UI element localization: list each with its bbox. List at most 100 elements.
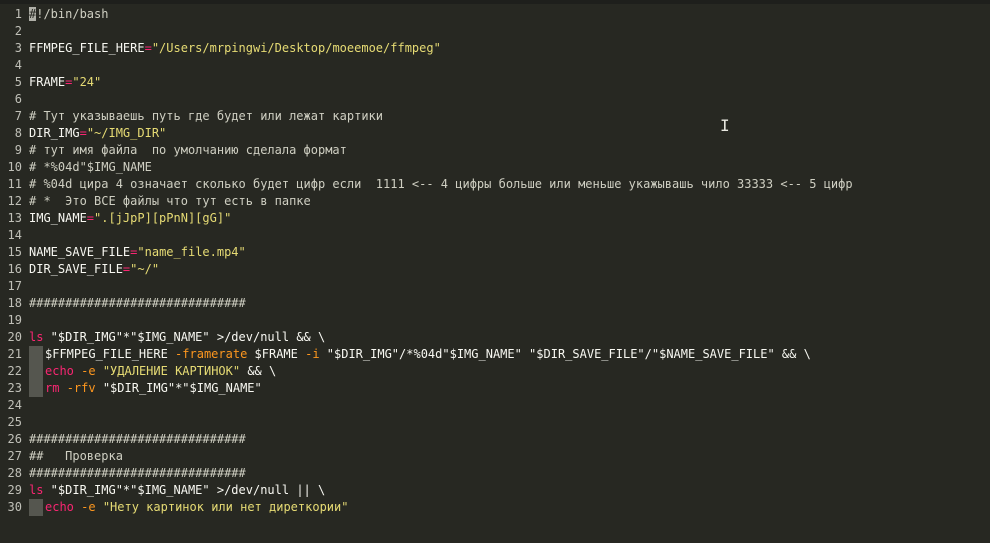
line-code[interactable]: $FFMPEG_FILE_HERE -framerate $FRAME -i "… [29, 346, 811, 363]
code-line[interactable]: 30 echo -e "Нету картинок или нет диретко… [0, 499, 990, 516]
indent-guide [29, 363, 43, 380]
code-line[interactable]: 22 echo -e "УДАЛЕНИЕ КАРТИНОК" && \ [0, 363, 990, 380]
code-line[interactable]: 12 # * Это ВСЕ файлы что тут есть в папке [0, 193, 990, 210]
line-number: 9 [14, 143, 22, 157]
line-code[interactable]: ############################## [29, 465, 246, 482]
code-line[interactable]: 3 FFMPEG_FILE_HERE="/Users/mrpingwi/Deskt… [0, 40, 990, 57]
code-token-cmd: ls [29, 483, 44, 497]
code-token-cmt: ## Проверка [29, 449, 123, 463]
line-code[interactable]: NAME_SAVE_FILE="name_file.mp4" [29, 244, 246, 261]
line-number: 28 [7, 466, 22, 480]
indent-guide [29, 380, 43, 397]
code-token-text: "$DIR_IMG"*"$IMG_NAME" >/dev/null || \ [43, 483, 326, 497]
code-line[interactable]: 9 # тут имя файла по умолчанию сделала фо… [0, 142, 990, 159]
code-line[interactable]: 25 [0, 414, 990, 431]
line-code[interactable]: ls "$DIR_IMG"*"$IMG_NAME" >/dev/null && … [29, 329, 325, 346]
line-code[interactable]: DIR_IMG="~/IMG_DIR" [29, 125, 166, 142]
code-line[interactable]: 10 # *%04d"$IMG_NAME [0, 159, 990, 176]
code-token-var: DIR_SAVE_FILE [29, 262, 123, 276]
code-token-text: "$DIR_IMG"*"$IMG_NAME" [95, 381, 262, 395]
line-code[interactable]: FRAME="24" [29, 74, 101, 91]
code-line[interactable]: 29 ls "$DIR_IMG"*"$IMG_NAME" >/dev/null |… [0, 482, 990, 499]
code-line[interactable]: 26 ############################## [0, 431, 990, 448]
code-line[interactable]: 11 # %04d цира 4 означает сколько будет ц… [0, 176, 990, 193]
code-token-flag: -i [305, 347, 320, 361]
code-token-str: "УДАЛЕНИЕ КАРТИНОК" [102, 364, 241, 378]
line-number: 23 [7, 381, 22, 395]
code-line[interactable]: 5 FRAME="24" [0, 74, 990, 91]
line-code[interactable]: #!/bin/bash [29, 6, 108, 23]
text-cursor-ibeam-icon: I [720, 116, 730, 135]
line-code[interactable]: echo -e "УДАЛЕНИЕ КАРТИНОК" && \ [29, 363, 276, 380]
code-token-cmd: ls [29, 330, 44, 344]
indent-guide [29, 346, 43, 363]
code-line[interactable]: 27 ## Проверка [0, 448, 990, 465]
code-token-str: "~/IMG_DIR" [86, 126, 167, 140]
line-number: 26 [7, 432, 22, 446]
code-line[interactable]: 16 DIR_SAVE_FILE="~/" [0, 261, 990, 278]
code-line[interactable]: 6 [0, 91, 990, 108]
code-line[interactable]: 1 #!/bin/bash [0, 6, 990, 23]
code-token-var: DIR_IMG [29, 126, 80, 140]
code-token-cmt: # %04d цира 4 означает сколько будет циф… [29, 177, 853, 191]
code-line[interactable]: 19 [0, 312, 990, 329]
code-editor[interactable]: 1 #!/bin/bash 2 3 FFMPEG_FILE_HERE="/Users/m… [0, 4, 990, 543]
code-line[interactable]: 28 ############################## [0, 465, 990, 482]
code-line[interactable]: 15 NAME_SAVE_FILE="name_file.mp4" [0, 244, 990, 261]
code-line[interactable]: 13 IMG_NAME=".[jJpP][pPnN][gG]" [0, 210, 990, 227]
line-code[interactable]: ############################## [29, 431, 246, 448]
code-line[interactable]: 20 ls "$DIR_IMG"*"$IMG_NAME" >/dev/null &… [0, 329, 990, 346]
code-token-str: "~/" [130, 262, 160, 276]
code-line[interactable]: 4 [0, 57, 990, 74]
line-number: 16 [7, 262, 22, 276]
code-token-str: "24" [72, 75, 102, 89]
code-line[interactable]: 21 $FFMPEG_FILE_HERE -framerate $FRAME -i… [0, 346, 990, 363]
line-code[interactable]: # *%04d"$IMG_NAME [29, 159, 152, 176]
line-code[interactable]: echo -e "Нету картинок или нет диреткори… [29, 499, 348, 516]
line-code[interactable]: # * Это ВСЕ файлы что тут есть в папке [29, 193, 311, 210]
code-token-flag: -rfv [66, 381, 96, 395]
line-number: 29 [7, 483, 22, 497]
line-code[interactable]: ls "$DIR_IMG"*"$IMG_NAME" >/dev/null || … [29, 482, 325, 499]
code-token-str: ".[jJpP][pPnN][gG]" [94, 211, 232, 225]
code-line[interactable]: 7 # Тут указываешь путь где будет или леж… [0, 108, 990, 125]
code-token-cmt: ############################## [29, 432, 246, 446]
line-number: 24 [7, 398, 22, 412]
code-token-op: = [86, 211, 95, 225]
line-number: 2 [14, 24, 22, 38]
line-code[interactable]: ## Проверка [29, 448, 123, 465]
code-token-text: "$DIR_IMG"*"$IMG_NAME" >/dev/null && \ [43, 330, 326, 344]
line-number: 5 [14, 75, 22, 89]
line-code[interactable]: IMG_NAME=".[jJpP][pPnN][gG]" [29, 210, 231, 227]
code-line[interactable]: 18 ############################## [0, 295, 990, 312]
line-code[interactable]: # тут имя файла по умолчанию сделала фор… [29, 142, 347, 159]
code-line[interactable]: 23 rm -rfv "$DIR_IMG"*"$IMG_NAME" [0, 380, 990, 397]
line-number: 1 [14, 7, 22, 21]
code-token-cmt: # тут имя файла по умолчанию сделала фор… [29, 143, 347, 157]
code-token-flag: -framerate [175, 347, 248, 361]
code-line[interactable]: 8 DIR_IMG="~/IMG_DIR" [0, 125, 990, 142]
code-token-cmt: # *%04d"$IMG_NAME [29, 160, 152, 174]
code-line[interactable]: 2 [0, 23, 990, 40]
code-token-cmt: ############################## [29, 466, 246, 480]
line-code[interactable]: ############################## [29, 295, 246, 312]
code-line[interactable]: 14 [0, 227, 990, 244]
line-number: 17 [7, 279, 22, 293]
code-token-var: FFMPEG_FILE_HERE [29, 41, 145, 55]
code-token-cmt: # Тут указываешь путь где будет или лежа… [29, 109, 384, 123]
line-number: 7 [14, 109, 22, 123]
line-code[interactable]: # %04d цира 4 означает сколько будет циф… [29, 176, 853, 193]
line-number: 14 [7, 228, 22, 242]
line-number: 10 [7, 160, 22, 174]
code-line[interactable]: 17 [0, 278, 990, 295]
line-code[interactable]: DIR_SAVE_FILE="~/" [29, 261, 159, 278]
line-code[interactable]: rm -rfv "$DIR_IMG"*"$IMG_NAME" [29, 380, 262, 397]
line-number: 22 [7, 364, 22, 378]
line-code[interactable]: FFMPEG_FILE_HERE="/Users/mrpingwi/Deskto… [29, 40, 441, 57]
code-token-cmd: rm [45, 381, 60, 395]
code-line[interactable]: 24 [0, 397, 990, 414]
line-code[interactable]: # Тут указываешь путь где будет или лежа… [29, 108, 383, 125]
